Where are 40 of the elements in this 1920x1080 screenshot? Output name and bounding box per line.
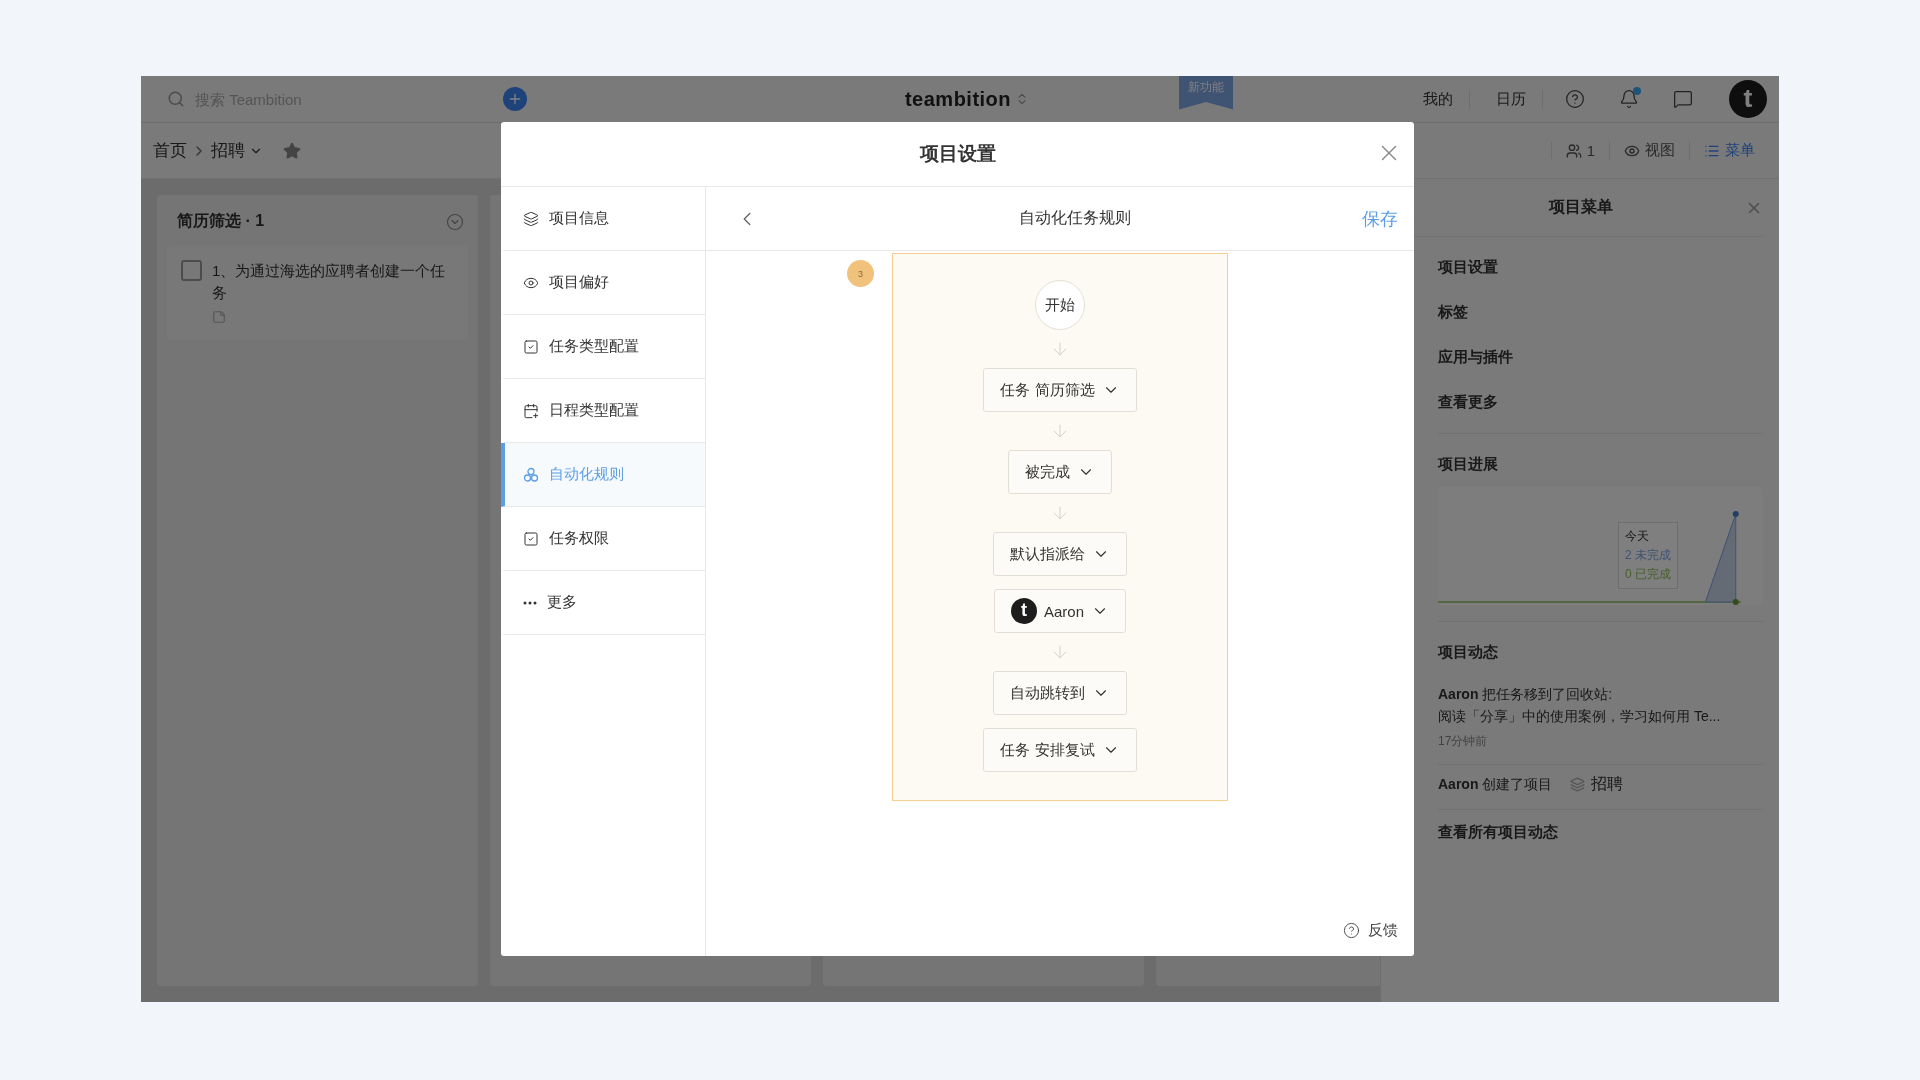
flow-dropdown[interactable]: 默认指派给 xyxy=(993,532,1127,576)
menu-item[interactable]: 项目设置 xyxy=(1438,245,1763,290)
panel-title: 项目菜单 xyxy=(1548,197,1613,217)
section-heading: 项目动态 xyxy=(1438,642,1499,662)
tooltip-date: 今天 xyxy=(1625,528,1650,545)
column-title: 简历筛选 · 1 xyxy=(177,211,265,231)
brand-name: teambition xyxy=(904,87,1012,111)
flow-dropdown[interactable]: 任务 简历筛选 xyxy=(983,368,1137,412)
user-avatar: t xyxy=(1011,598,1037,624)
nav-link[interactable]: 我的 xyxy=(1407,89,1470,109)
breadcrumb-link[interactable]: 首页 xyxy=(153,139,187,162)
activity-detail: 阅读「分享」中的使用案例，学习如何用 Te... xyxy=(1438,707,1722,726)
tooltip-done-count: 0 已完成 xyxy=(1625,566,1671,583)
settings-nav-item[interactable]: 自动化规则 xyxy=(501,443,705,507)
user-avatar[interactable]: t xyxy=(1729,80,1767,118)
menu-button[interactable]: 菜单 xyxy=(1689,141,1769,160)
flow-dropdown[interactable]: 任务 安排复试 xyxy=(983,728,1137,772)
menu-item[interactable]: 标签 xyxy=(1438,290,1763,335)
project-name[interactable]: 招聘 xyxy=(1591,773,1624,795)
nav-link[interactable]: 日历 xyxy=(1480,89,1543,109)
dialog-title: 项目设置 xyxy=(919,142,996,166)
menu-item[interactable]: 查看更多 xyxy=(1438,380,1763,425)
activity-text: Aaron 创建了项目 xyxy=(1438,775,1553,794)
all-activity-link[interactable]: 查看所有项目动态 xyxy=(1438,809,1763,854)
flow-dropdown[interactable]: 被完成 xyxy=(1008,450,1112,494)
section-heading: 自动化任务规则 xyxy=(1019,208,1131,228)
section-heading: 项目进展 xyxy=(1438,454,1499,474)
tooltip-open-count: 2 未完成 xyxy=(1625,547,1671,564)
start-node: 开始 xyxy=(1035,280,1085,330)
view-button[interactable]: 视图 xyxy=(1609,141,1689,160)
feedback-link[interactable]: 反馈 xyxy=(1343,921,1398,940)
save-button[interactable]: 保存 xyxy=(1362,206,1398,231)
activity-text: Aaron 把任务移到了回收站: xyxy=(1438,685,1614,704)
breadcrumb-link[interactable]: 招聘 xyxy=(211,139,263,162)
count-badge: 3 xyxy=(847,260,874,287)
members-button[interactable]: 1 xyxy=(1550,142,1609,159)
flow-dropdown[interactable]: 自动跳转到 xyxy=(993,671,1127,715)
task-title: 1、为通过海选的应聘者创建一个任务 xyxy=(212,261,447,303)
assignee-dropdown[interactable]: t Aaron xyxy=(994,589,1126,633)
menu-item[interactable]: 应用与插件 xyxy=(1438,335,1763,380)
